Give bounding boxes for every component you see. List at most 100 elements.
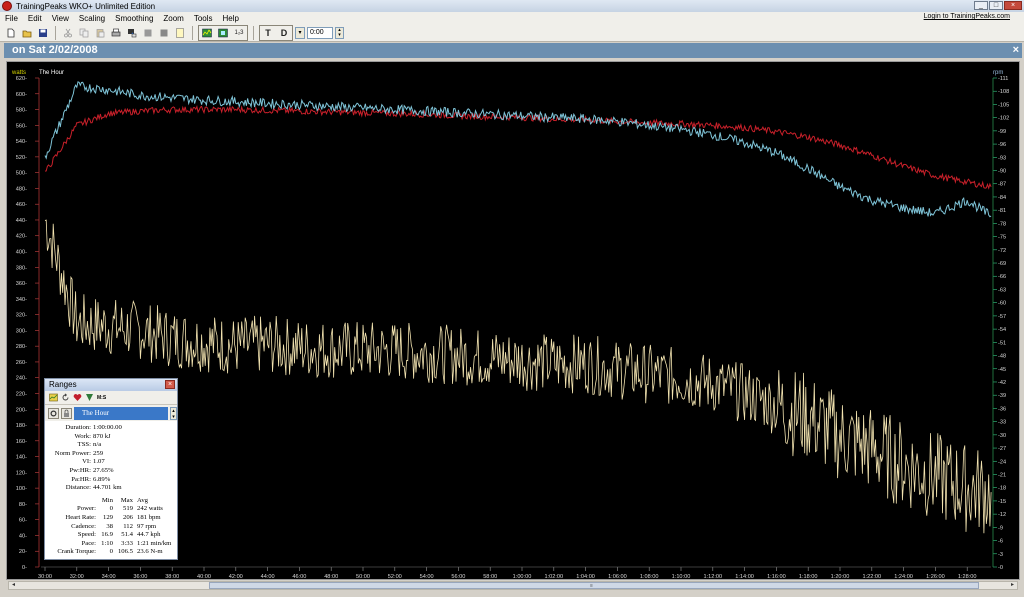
power-shield-icon[interactable] [85, 393, 94, 402]
metric-avg: 44.7 kph [137, 531, 161, 539]
gear-icon [50, 409, 57, 417]
workout-panel-header: on Sat 2/02/2008 × [4, 43, 1022, 58]
metric-max: 51.4 [121, 531, 133, 539]
open-button[interactable] [20, 26, 34, 40]
ranges-toolbar: M:S [45, 391, 177, 405]
time-axis-button[interactable]: T [261, 26, 275, 40]
new-file-icon [7, 28, 15, 37]
x-tick-label: 1:24:00 [894, 574, 913, 580]
x-tick-label: 44:00 [261, 574, 275, 580]
scroll-thumb[interactable]: ≡ [209, 582, 979, 589]
x-tick-label: 1:00:00 [513, 574, 532, 580]
metric-max: 112 [123, 522, 133, 530]
minmax-header: Min Max Avg [45, 497, 177, 506]
app-logo-icon [2, 1, 12, 11]
menu-zoom[interactable]: Zoom [158, 14, 188, 23]
x-tick-label: 1:28:00 [958, 574, 977, 580]
metric-label: Pace: [81, 539, 96, 547]
menu-edit[interactable]: Edit [23, 14, 47, 23]
help-question-icon [176, 27, 184, 38]
new-button[interactable] [4, 26, 18, 40]
metric-avg: 97 rpm [137, 522, 157, 530]
scroll-right-arrow[interactable]: ▸ [1008, 582, 1017, 589]
stat-value: 27.65% [93, 466, 114, 474]
range-select-stepper[interactable]: ▴ ▾ [170, 406, 177, 420]
time-format-label[interactable]: M:S [97, 395, 106, 401]
maximize-button[interactable]: □ [989, 1, 1003, 10]
metric-min: 38 [106, 522, 113, 530]
x-tick-label: 1:12:00 [703, 574, 722, 580]
toolbar-separator [253, 25, 254, 40]
right-tick-label: -66 [998, 274, 1006, 280]
time-offset-input[interactable]: 0:00 [307, 26, 333, 39]
metric-max: 519 [122, 505, 133, 513]
right-tick-label: -78 [998, 221, 1006, 227]
stop-button[interactable] [141, 26, 155, 40]
graph-view-button[interactable] [200, 26, 214, 40]
right-tick-label: -57 [998, 314, 1006, 320]
minimize-button[interactable]: _ [974, 1, 988, 10]
ranges-panel[interactable]: Ranges × M:S The Hour ▴ ▾ Duration: 1:00:… [44, 378, 178, 560]
right-tick-label: -27 [998, 446, 1006, 452]
chart-scrollbar[interactable]: ◂ ≡ ▸ [8, 581, 1018, 590]
right-tick-label: -9 [998, 525, 1003, 531]
cut-button[interactable] [61, 26, 75, 40]
minmax-row-speed: Speed: 16.9 51.4 44.7 kph [45, 531, 177, 540]
axis-dropdown[interactable]: ▾ [295, 26, 305, 39]
stat-label: Pa:HR: [71, 475, 91, 483]
minmax-row-cadence: Cadence: 38 112 97 rpm [45, 523, 177, 532]
range-lock-button[interactable] [61, 407, 72, 419]
save-button[interactable] [36, 26, 50, 40]
x-tick-label: 1:02:00 [544, 574, 563, 580]
range-name-label: The Hour [39, 70, 64, 76]
left-tick-label: 40- [19, 533, 27, 539]
pause-button[interactable] [157, 26, 171, 40]
menu-help[interactable]: Help [218, 14, 244, 23]
time-offset-stepper[interactable]: ▴ ▾ [335, 26, 344, 39]
right-tick-label: -42 [998, 380, 1006, 386]
stat-duration: Duration: 1:00:00.00 [45, 424, 177, 433]
range-select[interactable]: The Hour [74, 406, 168, 420]
menu-view[interactable]: View [47, 14, 74, 23]
copy-button[interactable] [77, 26, 91, 40]
right-tick-label: -90 [998, 169, 1006, 175]
ranges-close-button[interactable]: × [165, 380, 175, 389]
distance-axis-button[interactable]: D [277, 26, 291, 40]
left-tick-label: 620- [16, 76, 27, 82]
right-tick-label: -30 [998, 433, 1006, 439]
scroll-left-arrow[interactable]: ◂ [9, 582, 18, 589]
stat-value: 259 [93, 449, 104, 457]
left-tick-label: 320- [16, 313, 27, 319]
window-controls: _ □ × [974, 1, 1022, 10]
metric-min: 1:10 [101, 539, 113, 547]
ranges-titlebar[interactable]: Ranges × [45, 379, 177, 391]
import-button[interactable] [125, 26, 139, 40]
panel-close-button[interactable]: × [1013, 43, 1019, 58]
left-tick-label: 380- [16, 265, 27, 271]
minmax-row-pace: Pace: 1:10 3:33 1:21 min/km [45, 540, 177, 549]
cut-scissors-icon [64, 28, 72, 37]
right-tick-label: -93 [998, 155, 1006, 161]
metric-max: 206 [122, 513, 133, 521]
right-tick-label: -0 [998, 565, 1003, 571]
login-link[interactable]: Login to TrainingPeaks.com [924, 13, 1010, 20]
minmax-row-heart-rate: Heart Rate: 129 206 181 bpm [45, 514, 177, 523]
range-settings-button[interactable] [48, 407, 59, 419]
heart-icon[interactable] [73, 393, 82, 402]
print-button[interactable] [109, 26, 123, 40]
menu-smoothing[interactable]: Smoothing [110, 14, 158, 23]
stat-norm-power: Norm Power: 259 [45, 450, 177, 459]
help-button[interactable] [173, 26, 187, 40]
range-chart-icon[interactable] [49, 393, 58, 402]
paste-button[interactable] [93, 26, 107, 40]
close-window-button[interactable]: × [1004, 1, 1022, 10]
range-view-button[interactable] [216, 26, 230, 40]
menu-scaling[interactable]: Scaling [74, 14, 110, 23]
refresh-icon[interactable] [61, 393, 70, 402]
scroll-grip-icon: ≡ [590, 583, 593, 589]
stat-value: 1:00:00.00 [93, 424, 122, 431]
zoom-level-button[interactable]: 1₂3 [232, 26, 246, 40]
menu-tools[interactable]: Tools [189, 14, 218, 23]
menu-file[interactable]: File [0, 14, 23, 23]
left-tick-label: 80- [19, 502, 27, 508]
